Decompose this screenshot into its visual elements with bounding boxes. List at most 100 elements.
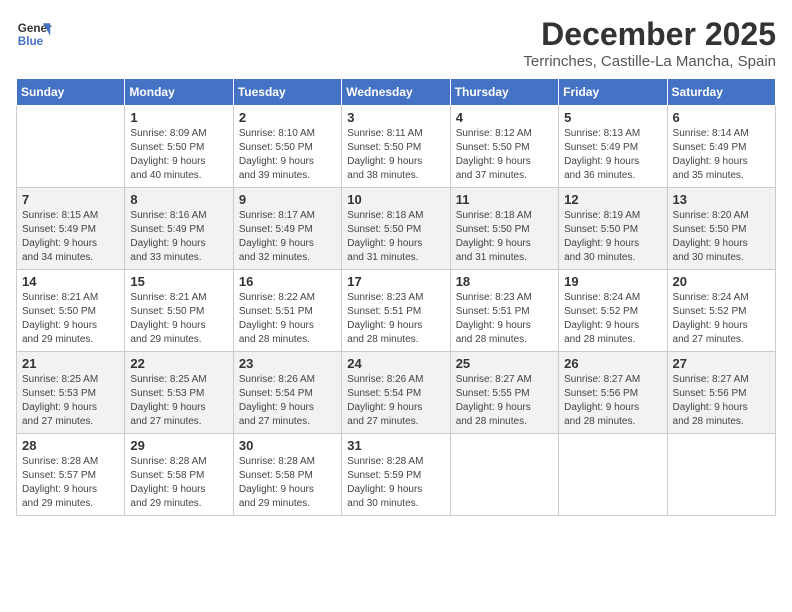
calendar-cell: 23 Sunrise: 8:26 AM Sunset: 5:54 PM Dayli… <box>233 352 341 434</box>
day-number: 6 <box>673 110 770 125</box>
column-header-tuesday: Tuesday <box>233 79 341 106</box>
day-info: Sunrise: 8:14 AM Sunset: 5:49 PM Dayligh… <box>673 127 770 183</box>
day-info: Sunrise: 8:23 AM Sunset: 5:51 PM Dayligh… <box>456 291 553 347</box>
day-number: 2 <box>239 110 336 125</box>
calendar-cell: 4 Sunrise: 8:12 AM Sunset: 5:50 PM Daylig… <box>450 106 558 188</box>
day-info: Sunrise: 8:24 AM Sunset: 5:52 PM Dayligh… <box>673 291 770 347</box>
location-subtitle: Terrinches, Castille-La Mancha, Spain <box>523 53 776 70</box>
calendar-cell: 24 Sunrise: 8:26 AM Sunset: 5:54 PM Dayli… <box>342 352 450 434</box>
day-number: 23 <box>239 356 336 371</box>
calendar-cell: 17 Sunrise: 8:23 AM Sunset: 5:51 PM Dayli… <box>342 270 450 352</box>
day-info: Sunrise: 8:21 AM Sunset: 5:50 PM Dayligh… <box>22 291 119 347</box>
day-info: Sunrise: 8:17 AM Sunset: 5:49 PM Dayligh… <box>239 209 336 265</box>
day-number: 17 <box>347 274 444 289</box>
day-number: 29 <box>130 438 227 453</box>
page-header: General Blue December 2025 Terrinches, C… <box>16 16 776 70</box>
day-number: 26 <box>564 356 661 371</box>
day-number: 20 <box>673 274 770 289</box>
month-title: December 2025 <box>523 16 776 53</box>
day-info: Sunrise: 8:21 AM Sunset: 5:50 PM Dayligh… <box>130 291 227 347</box>
day-number: 25 <box>456 356 553 371</box>
column-header-saturday: Saturday <box>667 79 775 106</box>
calendar-table: SundayMondayTuesdayWednesdayThursdayFrid… <box>16 78 776 516</box>
calendar-cell: 29 Sunrise: 8:28 AM Sunset: 5:58 PM Dayli… <box>125 434 233 516</box>
day-info: Sunrise: 8:20 AM Sunset: 5:50 PM Dayligh… <box>673 209 770 265</box>
day-number: 4 <box>456 110 553 125</box>
calendar-cell: 26 Sunrise: 8:27 AM Sunset: 5:56 PM Dayli… <box>559 352 667 434</box>
day-info: Sunrise: 8:11 AM Sunset: 5:50 PM Dayligh… <box>347 127 444 183</box>
calendar-cell: 3Sunrise: 8:11 AM Sunset: 5:50 PM Daylig… <box>342 106 450 188</box>
calendar-cell: 21 Sunrise: 8:25 AM Sunset: 5:53 PM Dayli… <box>17 352 125 434</box>
calendar-cell: 13 Sunrise: 8:20 AM Sunset: 5:50 PM Dayli… <box>667 188 775 270</box>
day-number: 7 <box>22 192 119 207</box>
day-info: Sunrise: 8:27 AM Sunset: 5:56 PM Dayligh… <box>564 373 661 429</box>
logo: General Blue <box>16 16 52 52</box>
calendar-cell: 31 Sunrise: 8:28 AM Sunset: 5:59 PM Dayli… <box>342 434 450 516</box>
calendar-cell: 11Sunrise: 8:18 AM Sunset: 5:50 PM Dayli… <box>450 188 558 270</box>
calendar-cell: 7 Sunrise: 8:15 AM Sunset: 5:49 PM Daylig… <box>17 188 125 270</box>
calendar-cell: 19 Sunrise: 8:24 AM Sunset: 5:52 PM Dayli… <box>559 270 667 352</box>
day-info: Sunrise: 8:27 AM Sunset: 5:55 PM Dayligh… <box>456 373 553 429</box>
day-number: 8 <box>130 192 227 207</box>
day-info: Sunrise: 8:12 AM Sunset: 5:50 PM Dayligh… <box>456 127 553 183</box>
day-info: Sunrise: 8:18 AM Sunset: 5:50 PM Dayligh… <box>347 209 444 265</box>
calendar-cell: 9 Sunrise: 8:17 AM Sunset: 5:49 PM Daylig… <box>233 188 341 270</box>
svg-text:Blue: Blue <box>18 35 44 48</box>
calendar-cell <box>559 434 667 516</box>
day-number: 10 <box>347 192 444 207</box>
calendar-cell: 2 Sunrise: 8:10 AM Sunset: 5:50 PM Daylig… <box>233 106 341 188</box>
day-info: Sunrise: 8:09 AM Sunset: 5:50 PM Dayligh… <box>130 127 227 183</box>
day-info: Sunrise: 8:10 AM Sunset: 5:50 PM Dayligh… <box>239 127 336 183</box>
day-number: 21 <box>22 356 119 371</box>
day-number: 11 <box>456 192 553 207</box>
day-info: Sunrise: 8:28 AM Sunset: 5:58 PM Dayligh… <box>130 455 227 511</box>
calendar-cell <box>17 106 125 188</box>
day-info: Sunrise: 8:23 AM Sunset: 5:51 PM Dayligh… <box>347 291 444 347</box>
calendar-cell: 25 Sunrise: 8:27 AM Sunset: 5:55 PM Dayli… <box>450 352 558 434</box>
day-info: Sunrise: 8:13 AM Sunset: 5:49 PM Dayligh… <box>564 127 661 183</box>
day-info: Sunrise: 8:24 AM Sunset: 5:52 PM Dayligh… <box>564 291 661 347</box>
day-info: Sunrise: 8:27 AM Sunset: 5:56 PM Dayligh… <box>673 373 770 429</box>
calendar-cell: 10 Sunrise: 8:18 AM Sunset: 5:50 PM Dayli… <box>342 188 450 270</box>
day-info: Sunrise: 8:25 AM Sunset: 5:53 PM Dayligh… <box>130 373 227 429</box>
column-header-thursday: Thursday <box>450 79 558 106</box>
column-header-sunday: Sunday <box>17 79 125 106</box>
day-number: 16 <box>239 274 336 289</box>
day-number: 24 <box>347 356 444 371</box>
calendar-cell: 12Sunrise: 8:19 AM Sunset: 5:50 PM Dayli… <box>559 188 667 270</box>
calendar-cell: 16Sunrise: 8:22 AM Sunset: 5:51 PM Dayli… <box>233 270 341 352</box>
day-number: 13 <box>673 192 770 207</box>
day-info: Sunrise: 8:15 AM Sunset: 5:49 PM Dayligh… <box>22 209 119 265</box>
day-info: Sunrise: 8:26 AM Sunset: 5:54 PM Dayligh… <box>239 373 336 429</box>
day-info: Sunrise: 8:25 AM Sunset: 5:53 PM Dayligh… <box>22 373 119 429</box>
calendar-cell: 1 Sunrise: 8:09 AM Sunset: 5:50 PM Daylig… <box>125 106 233 188</box>
day-info: Sunrise: 8:19 AM Sunset: 5:50 PM Dayligh… <box>564 209 661 265</box>
calendar-cell: 14Sunrise: 8:21 AM Sunset: 5:50 PM Dayli… <box>17 270 125 352</box>
day-number: 5 <box>564 110 661 125</box>
column-header-monday: Monday <box>125 79 233 106</box>
logo-icon: General Blue <box>16 16 52 52</box>
calendar-cell: 20 Sunrise: 8:24 AM Sunset: 5:52 PM Dayli… <box>667 270 775 352</box>
calendar-cell: 28 Sunrise: 8:28 AM Sunset: 5:57 PM Dayli… <box>17 434 125 516</box>
day-info: Sunrise: 8:28 AM Sunset: 5:58 PM Dayligh… <box>239 455 336 511</box>
calendar-cell: 30 Sunrise: 8:28 AM Sunset: 5:58 PM Dayli… <box>233 434 341 516</box>
day-info: Sunrise: 8:28 AM Sunset: 5:59 PM Dayligh… <box>347 455 444 511</box>
day-info: Sunrise: 8:26 AM Sunset: 5:54 PM Dayligh… <box>347 373 444 429</box>
day-info: Sunrise: 8:16 AM Sunset: 5:49 PM Dayligh… <box>130 209 227 265</box>
calendar-cell: 15Sunrise: 8:21 AM Sunset: 5:50 PM Dayli… <box>125 270 233 352</box>
day-info: Sunrise: 8:28 AM Sunset: 5:57 PM Dayligh… <box>22 455 119 511</box>
day-number: 18 <box>456 274 553 289</box>
day-number: 9 <box>239 192 336 207</box>
column-header-wednesday: Wednesday <box>342 79 450 106</box>
day-number: 1 <box>130 110 227 125</box>
column-header-friday: Friday <box>559 79 667 106</box>
day-number: 28 <box>22 438 119 453</box>
calendar-cell: 6 Sunrise: 8:14 AM Sunset: 5:49 PM Daylig… <box>667 106 775 188</box>
day-number: 31 <box>347 438 444 453</box>
day-number: 30 <box>239 438 336 453</box>
day-number: 22 <box>130 356 227 371</box>
calendar-cell: 5 Sunrise: 8:13 AM Sunset: 5:49 PM Daylig… <box>559 106 667 188</box>
day-number: 19 <box>564 274 661 289</box>
calendar-cell: 22 Sunrise: 8:25 AM Sunset: 5:53 PM Dayli… <box>125 352 233 434</box>
calendar-cell: 27Sunrise: 8:27 AM Sunset: 5:56 PM Dayli… <box>667 352 775 434</box>
